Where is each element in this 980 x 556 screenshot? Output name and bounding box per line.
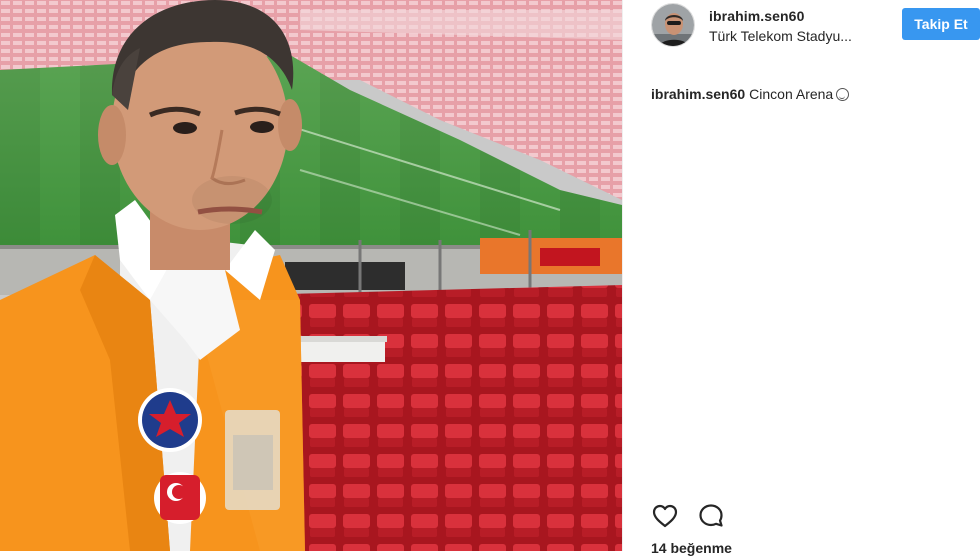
post-photo[interactable]	[0, 0, 622, 551]
stadium-selfie-image	[0, 0, 622, 551]
heart-icon[interactable]	[651, 502, 679, 530]
smiley-emoji-icon	[836, 88, 850, 101]
post-header: ibrahim.sen60 Türk Telekom Stadyu... Tak…	[623, 0, 980, 60]
avatar-image	[652, 4, 694, 46]
post-location[interactable]: Türk Telekom Stadyu...	[709, 28, 852, 44]
caption-text: Cincon Arena	[749, 86, 834, 102]
caption-username[interactable]: ibrahim.sen60	[651, 86, 745, 102]
comment-icon[interactable]	[697, 502, 725, 530]
follow-button[interactable]: Takip Et	[902, 8, 980, 40]
post-author-username[interactable]: ibrahim.sen60	[709, 8, 804, 24]
avatar[interactable]	[651, 3, 695, 47]
likes-count[interactable]: 14 beğenme	[651, 540, 732, 556]
post-caption: ibrahim.sen60 Cincon Arena	[651, 86, 850, 102]
post-side-panel: ibrahim.sen60 Türk Telekom Stadyu... Tak…	[622, 0, 980, 556]
